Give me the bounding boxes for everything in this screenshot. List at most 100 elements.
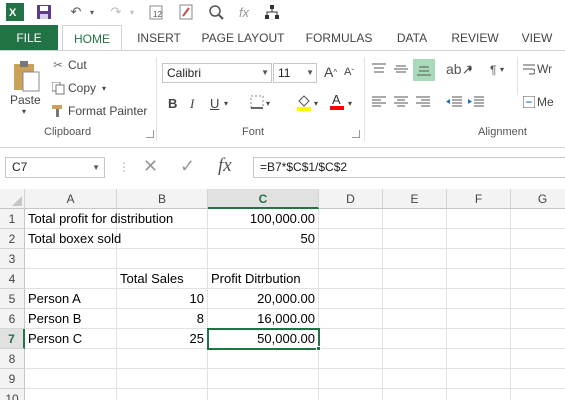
italic-button[interactable]: I: [190, 96, 194, 112]
cell-b3[interactable]: [117, 249, 208, 269]
sort-icon[interactable]: 12: [146, 3, 166, 21]
cell-a9[interactable]: [25, 369, 117, 389]
cell-d10[interactable]: [319, 389, 383, 400]
function-icon[interactable]: fx: [234, 3, 254, 21]
undo-dropdown-icon[interactable]: ▾: [86, 3, 98, 21]
tab-file[interactable]: FILE: [0, 25, 58, 51]
cell-d4[interactable]: [319, 269, 383, 289]
cell-g8[interactable]: [511, 349, 565, 369]
text-direction-icon[interactable]: ¶: [490, 63, 496, 77]
tab-review[interactable]: REVIEW: [446, 25, 504, 51]
cell-g7[interactable]: [511, 329, 565, 349]
font-color-dropdown-icon[interactable]: ▾: [348, 99, 352, 108]
column-header-e[interactable]: E: [383, 189, 447, 209]
paste-icon[interactable]: [6, 59, 46, 93]
cell-a5[interactable]: Person A: [25, 289, 117, 309]
cell-c10[interactable]: [208, 389, 319, 400]
row-header-8[interactable]: 8: [0, 349, 25, 369]
cell-e4[interactable]: [383, 269, 447, 289]
column-header-a[interactable]: A: [25, 189, 117, 209]
wrap-text-button[interactable]: Wr: [522, 62, 552, 76]
underline-dropdown-icon[interactable]: ▾: [224, 99, 228, 108]
cell-b8[interactable]: [117, 349, 208, 369]
print-preview-icon[interactable]: [206, 3, 226, 21]
cell-c1[interactable]: 100,000.00: [208, 209, 319, 229]
redo-icon[interactable]: ↷: [106, 3, 126, 21]
merge-center-button[interactable]: Me: [522, 95, 554, 109]
cell-c6[interactable]: 16,000.00: [208, 309, 319, 329]
redo-dropdown-icon[interactable]: ▾: [126, 3, 138, 21]
data-icon[interactable]: [176, 3, 196, 21]
enter-icon[interactable]: ✓: [180, 156, 195, 177]
cell-f7[interactable]: [447, 329, 511, 349]
column-header-f[interactable]: F: [447, 189, 511, 209]
cell-f1[interactable]: [447, 209, 511, 229]
cell-f6[interactable]: [447, 309, 511, 329]
cell-f4[interactable]: [447, 269, 511, 289]
tab-view[interactable]: VIEW: [514, 25, 560, 51]
cell-g9[interactable]: [511, 369, 565, 389]
cell-d8[interactable]: [319, 349, 383, 369]
borders-icon[interactable]: [250, 95, 264, 109]
top-align-icon[interactable]: [372, 63, 386, 75]
row-header-5[interactable]: 5: [0, 289, 25, 309]
cell-b6[interactable]: 8: [117, 309, 208, 329]
tab-data[interactable]: DATA: [390, 25, 434, 51]
select-all-corner[interactable]: [0, 189, 25, 209]
cell-g5[interactable]: [511, 289, 565, 309]
font-color-icon[interactable]: A: [329, 92, 345, 110]
cell-c8[interactable]: [208, 349, 319, 369]
fill-color-icon[interactable]: [296, 93, 312, 111]
bottom-align-icon[interactable]: [413, 59, 435, 81]
cell-a3[interactable]: [25, 249, 117, 269]
align-center-icon[interactable]: [394, 96, 408, 108]
row-header-6[interactable]: 6: [0, 309, 25, 329]
copy-dropdown-icon[interactable]: ▾: [102, 84, 106, 93]
cell-d5[interactable]: [319, 289, 383, 309]
cell-c4[interactable]: Profit Ditrbution: [208, 269, 319, 289]
middle-align-icon[interactable]: [394, 63, 408, 75]
cell-b1[interactable]: [117, 209, 208, 229]
borders-dropdown-icon[interactable]: ▾: [266, 99, 270, 108]
cell-c5[interactable]: 20,000.00: [208, 289, 319, 309]
cell-g2[interactable]: [511, 229, 565, 249]
font-size-select[interactable]: 11 ▼: [273, 63, 317, 83]
increase-font-size-icon[interactable]: A ^: [324, 64, 337, 80]
tab-page-layout[interactable]: PAGE LAYOUT: [198, 25, 288, 51]
cell-a4[interactable]: [25, 269, 117, 289]
cell-g1[interactable]: [511, 209, 565, 229]
cell-a7[interactable]: Person C: [25, 329, 117, 349]
cell-b2[interactable]: [117, 229, 208, 249]
column-header-d[interactable]: D: [319, 189, 383, 209]
cell-f8[interactable]: [447, 349, 511, 369]
cell-a1[interactable]: Total profit for distribution: [25, 209, 173, 229]
cell-b7[interactable]: 25: [117, 329, 208, 349]
cell-c7[interactable]: 50,000.00: [208, 329, 319, 349]
organization-chart-icon[interactable]: [262, 3, 282, 21]
formula-input[interactable]: =B7*$C$1/$C$2: [253, 157, 565, 178]
cell-e1[interactable]: [383, 209, 447, 229]
column-header-b[interactable]: B: [117, 189, 208, 209]
cell-a6[interactable]: Person B: [25, 309, 117, 329]
align-left-icon[interactable]: [372, 96, 386, 108]
column-header-g[interactable]: G: [511, 189, 565, 209]
cell-g3[interactable]: [511, 249, 565, 269]
cell-d1[interactable]: [319, 209, 383, 229]
cell-e10[interactable]: [383, 389, 447, 400]
cell-b5[interactable]: 10: [117, 289, 208, 309]
cell-d7[interactable]: [319, 329, 383, 349]
row-header-3[interactable]: 3: [0, 249, 25, 269]
bold-button[interactable]: B: [168, 96, 177, 111]
font-launcher-icon[interactable]: [352, 130, 360, 138]
cell-g6[interactable]: [511, 309, 565, 329]
decrease-indent-icon[interactable]: [446, 96, 462, 108]
insert-function-icon[interactable]: fx: [218, 155, 232, 177]
cell-f2[interactable]: [447, 229, 511, 249]
format-painter-button[interactable]: Format Painter: [50, 102, 147, 120]
orientation-dropdown-icon[interactable]: ▾: [468, 65, 472, 74]
cell-f3[interactable]: [447, 249, 511, 269]
clipboard-launcher-icon[interactable]: [146, 130, 154, 138]
row-header-9[interactable]: 9: [0, 369, 25, 389]
tab-insert[interactable]: INSERT: [130, 25, 188, 51]
decrease-font-size-icon[interactable]: Aˇ: [344, 66, 354, 78]
